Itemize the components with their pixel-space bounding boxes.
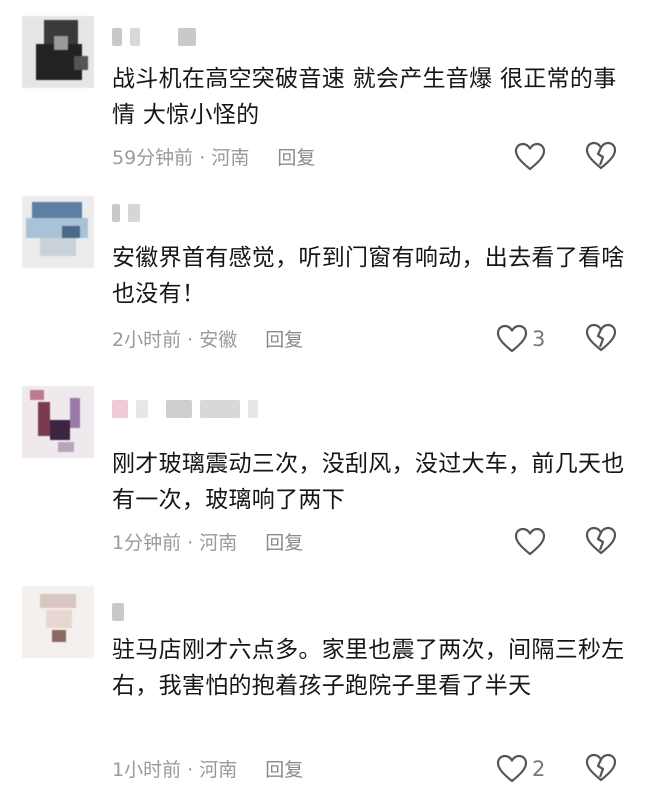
comment-meta: 1分钟前 · 河南 回复 xyxy=(112,528,303,558)
dislike-button[interactable] xyxy=(585,526,617,558)
comment-text: 战斗机在高空突破音速 就会产生音爆 很正常的事情 大惊小怪的 xyxy=(112,66,617,128)
broken-heart-icon xyxy=(585,141,617,171)
username-redacted[interactable] xyxy=(112,202,140,224)
reply-button[interactable]: 回复 xyxy=(265,329,303,351)
broken-heart-icon xyxy=(585,323,617,353)
dislike-button[interactable] xyxy=(585,323,617,355)
like-button[interactable]: 2 xyxy=(496,752,545,786)
avatar[interactable] xyxy=(22,386,94,458)
broken-heart-icon xyxy=(585,526,617,556)
username-redacted[interactable] xyxy=(112,26,196,48)
comment-meta: 59分钟前 · 河南 回复 xyxy=(112,143,315,173)
dislike-button[interactable] xyxy=(585,141,617,173)
comment-text: 安徽界首有感觉，听到门窗有响动，出去看了看啥也没有！ xyxy=(112,245,625,307)
comment-text: 刚才玻璃震动三次，没刮风，没过大车，前几天也有一次，玻璃响了两下 xyxy=(112,451,625,513)
comment-meta: 2小时前 · 安徽 回复 xyxy=(112,325,303,355)
meta-separator: · xyxy=(181,329,200,351)
like-button[interactable] xyxy=(514,140,550,174)
comment-location: 河南 xyxy=(199,532,238,554)
like-count: 3 xyxy=(532,327,546,351)
comment-location: 河南 xyxy=(199,759,238,781)
heart-outline-icon xyxy=(496,324,528,354)
comment-time: 59分钟前 xyxy=(112,147,194,169)
like-count: 2 xyxy=(532,757,546,781)
broken-heart-icon xyxy=(585,753,617,783)
comment-location: 河南 xyxy=(211,147,250,169)
heart-outline-icon xyxy=(496,754,528,784)
avatar[interactable] xyxy=(22,16,94,88)
username-redacted[interactable] xyxy=(112,398,258,420)
comment-meta: 1小时前 · 河南 回复 xyxy=(112,755,303,785)
like-button[interactable] xyxy=(514,525,550,559)
avatar[interactable] xyxy=(22,586,94,658)
reply-button[interactable]: 回复 xyxy=(265,759,303,781)
meta-separator: · xyxy=(181,532,200,554)
username-redacted[interactable] xyxy=(112,601,124,623)
like-button[interactable]: 3 xyxy=(496,322,545,356)
comment-time: 2小时前 xyxy=(112,329,182,351)
reply-button[interactable]: 回复 xyxy=(277,147,315,169)
dislike-button[interactable] xyxy=(585,753,617,785)
comment-text: 驻马店刚才六点多。家里也震了两次，间隔三秒左右，我害怕的抱着孩子跑院子里看了半天 xyxy=(112,637,625,699)
reply-button[interactable]: 回复 xyxy=(265,532,303,554)
meta-separator: · xyxy=(193,147,212,169)
avatar[interactable] xyxy=(22,196,94,268)
comment-location: 安徽 xyxy=(199,329,238,351)
heart-outline-icon xyxy=(514,142,546,172)
heart-outline-icon xyxy=(514,527,546,557)
meta-separator: · xyxy=(181,759,200,781)
comment-time: 1小时前 xyxy=(112,759,182,781)
comment-time: 1分钟前 xyxy=(112,532,182,554)
